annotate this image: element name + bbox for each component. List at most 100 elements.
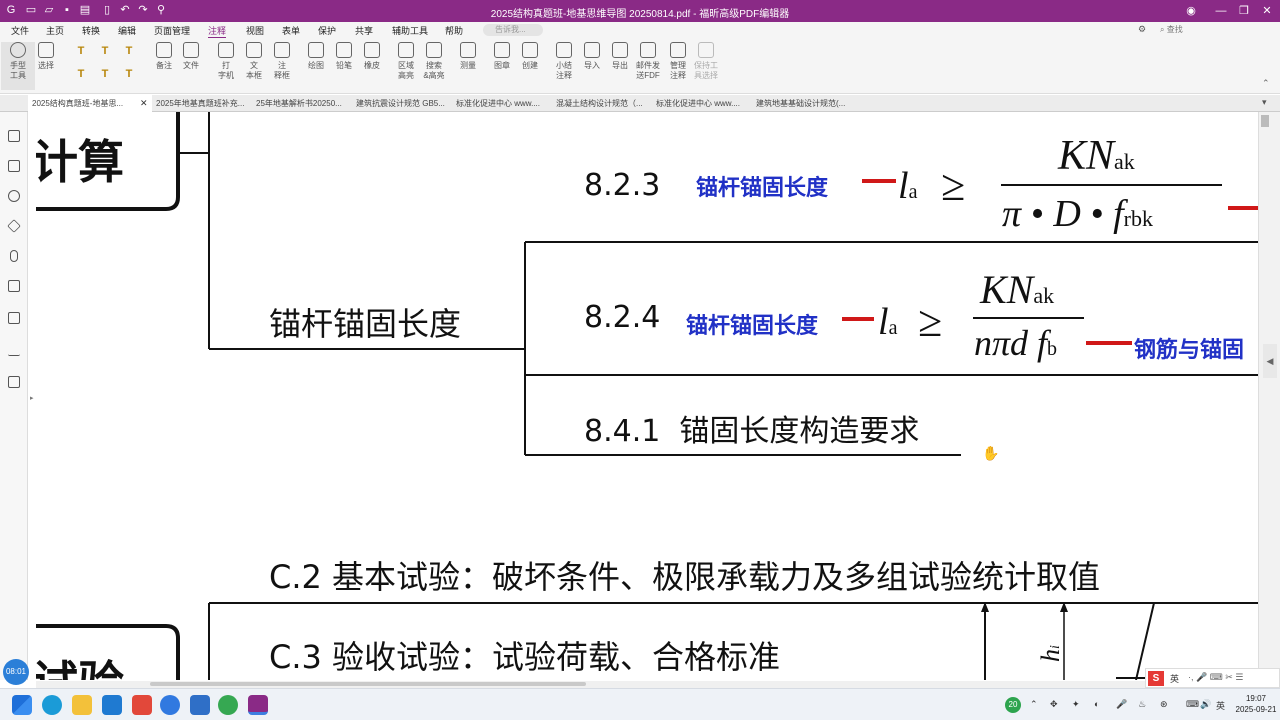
collapse-right-panel-icon[interactable]: ◀ [1263,344,1277,378]
underline-text-icon[interactable]: T [99,45,111,57]
replace-text-icon[interactable]: T [99,68,111,80]
menu-share[interactable]: 共享 [355,24,373,37]
recording-timer[interactable]: 08:01 [3,659,29,685]
menu-protect[interactable]: 保护 [318,24,336,37]
network-icon[interactable]: ⌨ [1186,699,1199,710]
formula2-denominator: nπd fb [974,322,1057,364]
keep-tool-selected-button[interactable]: 保持工 具选择 [689,42,723,90]
tab-doc-8[interactable]: 建筑地基基础设计规范(... [752,95,852,112]
tray-expand-icon[interactable]: ⌃ [1030,699,1038,710]
tab-doc-7[interactable]: 标准化促进中心 www.... [652,95,752,112]
comment-icon[interactable] [8,190,20,202]
edge-browser-icon[interactable] [42,695,62,715]
menu-form[interactable]: 表单 [282,24,300,37]
tell-me-search[interactable]: 告诉我... [483,24,543,36]
keep-tool-label: 保持工 具选择 [694,61,718,80]
volume-icon[interactable]: 🔊 [1200,699,1211,710]
stamp-label: 图章 [494,61,510,70]
microphone-icon[interactable]: 🎤 [1116,699,1127,710]
menu-convert[interactable]: 转换 [82,24,100,37]
menu-comment[interactable]: 注释 [208,24,227,39]
system-clock[interactable]: 19:07 2025-09-21 [1232,693,1280,715]
file-attach-button[interactable]: 文件 [174,42,208,90]
document-canvas[interactable]: 计算 锚杆锚固长度 8.2.3 锚杆锚固长度 la ≥ KNak π • D •… [36,112,1258,680]
expand-panel-icon[interactable]: ▸ [30,394,34,402]
tray-icon-1[interactable]: ✥ [1050,699,1058,710]
create-button[interactable]: 创建 [513,42,547,90]
notification-badge[interactable]: 20 [1005,697,1021,713]
search-highlight-button[interactable]: 搜索 &高亮 [417,42,451,90]
email-fdf-button[interactable]: 邮件发 送FDF [631,42,665,90]
tab-doc-2[interactable]: 2025年地基真题班补充... [152,95,252,112]
insert-text-icon[interactable]: T [123,68,135,80]
typewriter-icon [218,42,234,58]
scrollbar-thumb[interactable] [1261,115,1269,127]
clause-8-2-3-label: 锚杆锚固长度 [696,176,829,201]
restore-button[interactable]: ❐ [1233,2,1255,20]
messaging-app-icon[interactable] [190,695,210,715]
tab-label: 混凝土结构设计规范（... [556,99,643,108]
security-icon[interactable] [8,280,20,292]
tab-doc-5[interactable]: 标准化促进中心 www.... [452,95,552,112]
tray-icon-3[interactable]: ◐ [1094,699,1099,709]
ime-toolbar[interactable]: S 英 ·, 🎤 ⌨ ✂ ☰ [1145,668,1280,688]
area-highlight-icon [398,42,414,58]
menu-view[interactable]: 视图 [246,24,264,37]
menu-home[interactable]: 主页 [46,24,64,37]
select-button[interactable]: 选择 [29,42,63,90]
tab-list-icon[interactable]: ▾ [1262,97,1267,108]
menu-page-manage[interactable]: 页面管理 [154,24,190,37]
file-explorer-icon[interactable] [72,695,92,715]
pages-icon[interactable] [8,160,20,172]
drawing-icon [308,42,324,58]
settings-icon[interactable]: ⚙ [1138,24,1146,35]
highlight-text-icon[interactable]: T [75,45,87,57]
attachment-icon[interactable] [10,250,18,262]
close-tab-icon[interactable]: ✕ [140,95,148,112]
close-button[interactable]: ✕ [1256,2,1278,20]
manage-comments-icon [670,42,686,58]
menu-accessibility[interactable]: 辅助工具 [392,24,428,37]
bookmark-icon[interactable] [8,130,20,142]
squiggly-text-icon[interactable]: T [75,68,87,80]
foxit-pdf-editor-icon[interactable] [248,695,268,715]
signature-icon[interactable] [8,344,20,356]
menu-edit[interactable]: 编辑 [118,24,136,37]
formula1-den: π • D • f [1002,193,1124,235]
app-store-icon[interactable] [102,695,122,715]
tab-doc-4[interactable]: 建筑抗震设计规范 GB5... [352,95,452,112]
account-icon[interactable]: ◉ [1180,2,1202,20]
clause-8-2-3: 8.2.3 [584,168,661,203]
ie-browser-icon[interactable] [218,695,238,715]
layers-icon[interactable] [7,219,21,233]
tab-doc-3[interactable]: 25年地基解析书20250... [252,95,352,112]
minimize-button[interactable]: — [1210,2,1232,20]
formula2-num-sub: ak [1033,283,1055,308]
tab-doc-6[interactable]: 混凝土结构设计规范（... [552,95,652,112]
figure-h: h [1036,649,1065,662]
formula1-lhs: la [898,164,917,208]
horizontal-scrollbar-thumb[interactable] [150,682,586,686]
callout-button[interactable]: 注 释框 [265,42,299,90]
tray-icon-2[interactable]: ✦ [1072,699,1080,710]
eraser-button[interactable]: 橡皮 [355,42,389,90]
find-input[interactable]: ⌕ 查找 [1160,23,1260,36]
foxit-g-icon[interactable] [160,695,180,715]
fields-icon[interactable] [8,312,20,324]
vertical-scrollbar[interactable] [1258,112,1280,680]
ime-tray-label[interactable]: 英 [1216,699,1225,712]
tab-label: 建筑抗震设计规范 GB5... [356,99,445,108]
menu-file[interactable]: 文件 [11,24,29,37]
menu-help[interactable]: 帮助 [445,24,463,37]
formula1-ge: ≥ [941,161,966,210]
strikeout-text-icon[interactable]: T [123,45,135,57]
tray-icon-5[interactable]: ⊛ [1160,699,1168,710]
wps-icon[interactable] [132,695,152,715]
start-button-icon[interactable] [12,695,32,715]
tray-icon-4[interactable]: ♨ [1138,699,1146,710]
tab-doc-1[interactable]: 2025结构真题班-地基思... [28,95,152,112]
ime-language[interactable]: 英 [1170,672,1179,685]
measure-button[interactable]: 测量 [451,42,485,90]
compare-icon[interactable] [8,376,20,388]
collapse-ribbon-icon[interactable]: ⌃ [1262,78,1270,89]
